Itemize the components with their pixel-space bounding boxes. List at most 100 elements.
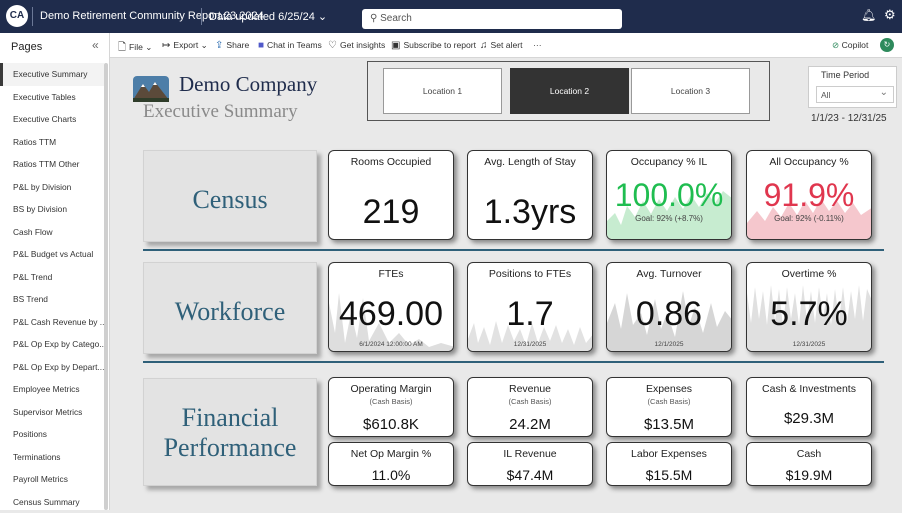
il-revenue-value: $47.4M <box>468 467 592 483</box>
page-item-pl-op-exp-department[interactable]: P&L Op Exp by Depart... <box>0 356 104 379</box>
avg-turnover-date: 12/1/2025 <box>607 341 731 348</box>
labor-expenses-value: $15.5M <box>607 467 731 483</box>
overtime-date: 12/31/2025 <box>747 341 871 348</box>
sidebar-scrollbar[interactable] <box>104 63 108 510</box>
rooms-occupied-value: 219 <box>329 193 453 232</box>
share-label: Share <box>226 40 249 50</box>
chevron-down-icon: ⌄ <box>318 11 327 23</box>
page-item-ratios-ttm-other[interactable]: Ratios TTM Other <box>0 153 104 176</box>
rooms-occupied-card[interactable]: Rooms Occupied 219 <box>328 150 454 240</box>
page-item-ratios-ttm[interactable]: Ratios TTM <box>0 131 104 154</box>
get-insights-button[interactable]: ♡Get insights <box>328 40 385 51</box>
expenses-title: Expenses <box>607 383 731 395</box>
avg-turnover-card[interactable]: Avg. Turnover 0.86 12/1/2025 <box>606 262 732 352</box>
page-item-employee-metrics[interactable]: Employee Metrics <box>0 378 104 401</box>
positions-to-ftes-card[interactable]: Positions to FTEs 1.7 12/31/2025 <box>467 262 593 352</box>
divider <box>32 7 33 26</box>
page-item-pl-by-division[interactable]: P&L by Division <box>0 176 104 199</box>
page-item-pl-trend[interactable]: P&L Trend <box>0 266 104 289</box>
overtime-title: Overtime % <box>747 268 871 280</box>
user-avatar[interactable]: ↻ <box>880 38 894 52</box>
page-item-positions[interactable]: Positions <box>0 423 104 446</box>
cash-investments-card[interactable]: Cash & Investments $29.3M <box>746 377 872 437</box>
file-label: File <box>129 42 143 52</box>
occupancy-il-value: 100.0% <box>607 177 731 214</box>
overtime-card[interactable]: Overtime % 5.7% 12/31/2025 <box>746 262 872 352</box>
pages-sidebar: Pages « Executive Summary Executive Tabl… <box>0 33 110 510</box>
revenue-card[interactable]: Revenue (Cash Basis) 24.2M <box>467 377 593 437</box>
revenue-value: 24.2M <box>468 416 592 433</box>
page-item-executive-charts[interactable]: Executive Charts <box>0 108 104 131</box>
gear-icon[interactable]: ⚙ <box>884 7 896 23</box>
page-item-payroll-metrics[interactable]: Payroll Metrics <box>0 468 104 491</box>
occupancy-il-card[interactable]: Occupancy % IL 100.0% Goal: 92% (+8.7%) <box>606 150 732 240</box>
page-item-pl-cash-revenue[interactable]: P&L Cash Revenue by ... <box>0 311 104 334</box>
bell-icon: ♫ <box>480 40 488 51</box>
length-of-stay-title: Avg. Length of Stay <box>468 156 592 168</box>
export-menu[interactable]: ↦Export ⌄ <box>162 40 208 51</box>
labor-expenses-card[interactable]: Labor Expenses $15.5M <box>606 442 732 486</box>
net-op-margin-card[interactable]: Net Op Margin % 11.0% <box>328 442 454 486</box>
page-item-cash-flow[interactable]: Cash Flow <box>0 221 104 244</box>
ftes-title: FTEs <box>329 268 453 280</box>
expenses-card[interactable]: Expenses (Cash Basis) $13.5M <box>606 377 732 437</box>
teams-label: Chat in Teams <box>267 40 322 50</box>
positions-to-ftes-date: 12/31/2025 <box>468 341 592 348</box>
page-item-pl-op-exp-category[interactable]: P&L Op Exp by Catego... <box>0 333 104 356</box>
chat-in-teams-button[interactable]: ■Chat in Teams <box>258 40 322 51</box>
collapse-icon[interactable]: « <box>92 38 99 52</box>
app-logo-icon[interactable]: CA <box>6 5 28 27</box>
ftes-card[interactable]: FTEs 469.00 6/1/2024 12:00:00 AM <box>328 262 454 352</box>
overtime-value: 5.7% <box>747 295 871 334</box>
set-alert-button[interactable]: ♫Set alert <box>480 40 523 51</box>
location-3-button[interactable]: Location 3 <box>631 68 750 114</box>
page-item-terminations[interactable]: Terminations <box>0 446 104 469</box>
cash-value: $19.9M <box>747 467 871 483</box>
search-input[interactable]: ⚲ Search <box>362 9 622 29</box>
page-item-executive-tables[interactable]: Executive Tables <box>0 86 104 109</box>
time-period-dropdown[interactable]: All⌄ <box>816 86 894 103</box>
copilot-button[interactable]: ⊘ Copilot <box>832 40 868 51</box>
occupancy-il-goal: Goal: 92% (+8.7%) <box>607 214 731 223</box>
chevron-down-icon: ⌄ <box>880 87 888 98</box>
financial-section-label: Financial Performance <box>143 378 317 486</box>
data-updated-dropdown[interactable]: Data updated 6/25/24 ⌄ <box>209 10 327 23</box>
page-subtitle: Executive Summary <box>143 101 298 123</box>
file-menu[interactable]: 🗋File ⌄ <box>118 40 153 57</box>
page-item-supervisor-metrics[interactable]: Supervisor Metrics <box>0 401 104 424</box>
lightbulb-icon: ♡ <box>328 40 337 51</box>
subscribe-label: Subscribe to report <box>403 40 476 50</box>
chevron-down-icon: ⌄ <box>201 40 208 50</box>
performance-title: Performance <box>144 433 316 463</box>
location-slicer: Location 1 Location 2 Location 3 <box>367 61 770 121</box>
length-of-stay-card[interactable]: Avg. Length of Stay 1.3yrs <box>467 150 593 240</box>
net-op-margin-value: 11.0% <box>329 467 453 483</box>
notification-icon[interactable]: 🔔︎ <box>861 8 876 22</box>
census-title: Census <box>144 185 316 215</box>
pages-title: Pages <box>11 41 42 53</box>
all-occupancy-card[interactable]: All Occupancy % 91.9% Goal: 92% (-0.11%) <box>746 150 872 240</box>
page-item-executive-summary[interactable]: Executive Summary <box>0 63 104 86</box>
location-2-button[interactable]: Location 2 <box>510 68 629 114</box>
page-item-bs-trend[interactable]: BS Trend <box>0 288 104 311</box>
occupancy-il-title: Occupancy % IL <box>607 156 731 168</box>
page-item-bs-by-division[interactable]: BS by Division <box>0 198 104 221</box>
share-button[interactable]: ⇪Share <box>215 40 249 51</box>
operating-margin-card[interactable]: Operating Margin (Cash Basis) $610.8K <box>328 377 454 437</box>
il-revenue-card[interactable]: IL Revenue $47.4M <box>467 442 593 486</box>
more-options-button[interactable]: ··· <box>533 40 542 50</box>
location-1-button[interactable]: Location 1 <box>383 68 502 114</box>
cash-card[interactable]: Cash $19.9M <box>746 442 872 486</box>
ftes-date: 6/1/2024 12:00:00 AM <box>329 341 453 348</box>
subscribe-button[interactable]: ▣Subscribe to report <box>391 40 476 51</box>
ftes-value: 469.00 <box>329 295 453 334</box>
page-item-pl-budget-vs-actual[interactable]: P&L Budget vs Actual <box>0 243 104 266</box>
net-op-margin-title: Net Op Margin % <box>329 448 453 460</box>
operating-margin-title: Operating Margin <box>329 383 453 395</box>
copilot-label: Copilot <box>842 40 869 50</box>
copilot-icon: ⊘ <box>832 40 839 50</box>
revenue-title: Revenue <box>468 383 592 395</box>
date-range: 1/1/23 - 12/31/25 <box>811 113 887 124</box>
avg-turnover-title: Avg. Turnover <box>607 268 731 280</box>
section-divider <box>143 361 884 363</box>
